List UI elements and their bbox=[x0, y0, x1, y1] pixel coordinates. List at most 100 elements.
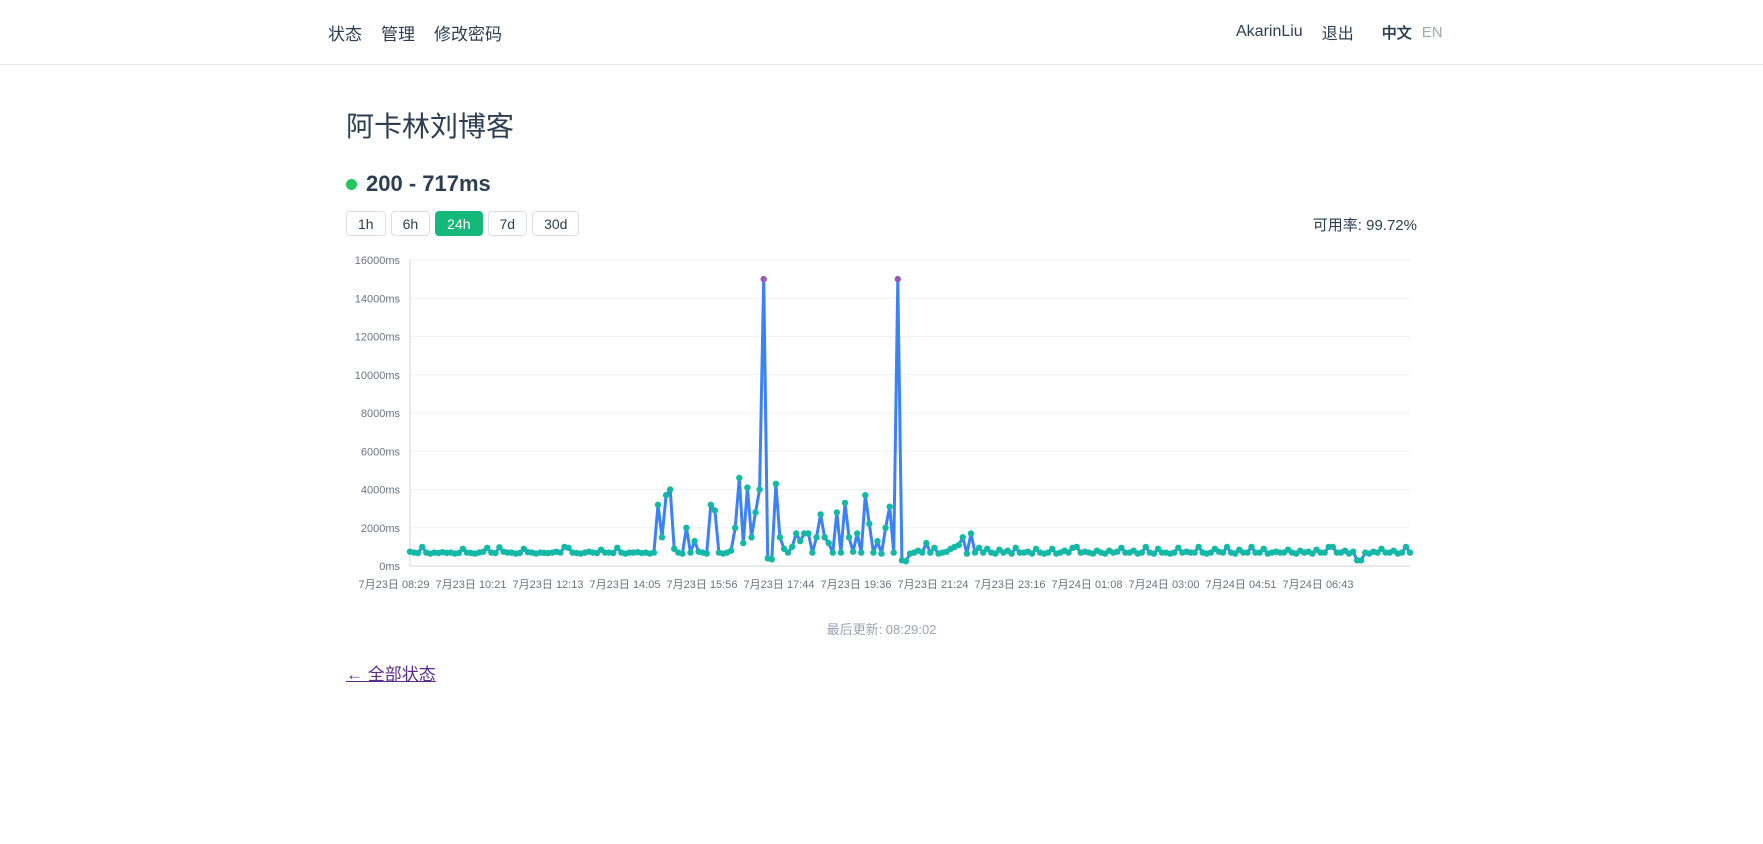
x-tick-label: 7月23日 14:05 bbox=[590, 579, 661, 591]
data-point bbox=[858, 549, 865, 556]
data-point bbox=[1138, 549, 1145, 556]
x-tick-label: 7月24日 04:51 bbox=[1206, 579, 1277, 591]
data-point bbox=[902, 558, 910, 565]
data-point bbox=[691, 537, 698, 545]
username-link[interactable]: AkarinLiu bbox=[1236, 23, 1303, 41]
data-point bbox=[727, 547, 735, 554]
data-point bbox=[1349, 548, 1357, 555]
data-point bbox=[886, 503, 893, 510]
y-tick-label: 12000ms bbox=[355, 332, 401, 344]
range-button-6h[interactable]: 6h bbox=[390, 211, 431, 236]
back-to-all-status-link[interactable]: ← 全部状态 bbox=[346, 660, 436, 685]
data-point bbox=[919, 549, 926, 556]
y-tick-label: 10000ms bbox=[355, 370, 401, 382]
time-range-selector: 1h 6h 24h 7d 30d bbox=[346, 211, 580, 236]
y-tick-label: 16000ms bbox=[355, 255, 401, 267]
data-point bbox=[870, 549, 877, 556]
y-tick-label: 0ms bbox=[379, 561, 400, 573]
lang-en-option[interactable]: EN bbox=[1422, 24, 1443, 41]
data-point bbox=[841, 499, 849, 507]
x-tick-label: 7月23日 23:16 bbox=[975, 579, 1046, 591]
x-tick-label: 7月24日 03:00 bbox=[1129, 579, 1200, 591]
data-point bbox=[760, 275, 767, 283]
data-point bbox=[825, 539, 832, 547]
data-point bbox=[1398, 549, 1406, 556]
data-point bbox=[959, 534, 966, 541]
data-point bbox=[744, 484, 751, 491]
data-point bbox=[809, 549, 816, 556]
x-tick-label: 7月23日 15:56 bbox=[667, 579, 738, 591]
chart-svg: 0ms 2000ms 4000ms 6000ms 8000ms 10000ms 12000m… bbox=[355, 255, 1414, 591]
data-point bbox=[817, 511, 824, 518]
response-time-chart: 0ms 2000ms 4000ms 6000ms 8000ms 10000ms 12000m… bbox=[346, 250, 1416, 600]
data-point bbox=[931, 544, 938, 551]
availability-rate: 可用率: 99.72% bbox=[1312, 217, 1417, 234]
data-point bbox=[768, 556, 775, 563]
data-point bbox=[837, 549, 845, 556]
status-summary: 200 - 717ms bbox=[346, 171, 491, 197]
data-point bbox=[1195, 543, 1202, 551]
data-point bbox=[878, 550, 885, 557]
y-tick-label: 6000ms bbox=[361, 446, 401, 458]
x-tick-label: 7月24日 06:43 bbox=[1283, 579, 1354, 591]
data-point bbox=[776, 534, 784, 541]
data-point bbox=[797, 537, 804, 545]
data-point bbox=[821, 534, 828, 541]
data-point bbox=[963, 550, 971, 557]
data-point bbox=[1219, 549, 1227, 556]
range-button-1h[interactable]: 1h bbox=[346, 211, 386, 236]
data-point bbox=[654, 501, 662, 508]
range-button-7d[interactable]: 7d bbox=[487, 211, 528, 236]
data-point bbox=[1402, 543, 1410, 551]
data-point bbox=[703, 550, 710, 557]
data-point bbox=[772, 480, 780, 487]
logout-link[interactable]: 退出 bbox=[1322, 20, 1354, 44]
data-point bbox=[1358, 557, 1365, 564]
range-button-24h[interactable]: 24h bbox=[435, 211, 483, 236]
data-point bbox=[658, 534, 666, 541]
x-tick-label: 7月23日 19:36 bbox=[821, 579, 892, 591]
data-point bbox=[711, 507, 719, 514]
data-point bbox=[890, 549, 897, 556]
data-point bbox=[894, 275, 901, 283]
data-point bbox=[1073, 543, 1080, 551]
data-point bbox=[1248, 543, 1255, 551]
data-point bbox=[866, 520, 873, 528]
x-tick-label: 7月23日 12:13 bbox=[513, 579, 584, 591]
y-tick-label: 2000ms bbox=[361, 523, 401, 535]
x-tick-label: 7月23日 17:44 bbox=[744, 579, 815, 591]
data-point bbox=[849, 548, 857, 555]
data-point bbox=[1321, 549, 1328, 556]
data-point bbox=[1191, 549, 1198, 556]
data-point bbox=[829, 549, 836, 556]
data-point bbox=[748, 534, 755, 541]
data-point bbox=[492, 549, 499, 557]
lang-zh-option[interactable]: 中文 bbox=[1382, 22, 1412, 43]
data-point bbox=[740, 539, 747, 547]
range-button-30d[interactable]: 30d bbox=[532, 211, 580, 236]
y-tick-label: 4000ms bbox=[361, 485, 401, 497]
y-tick-label: 8000ms bbox=[361, 408, 401, 420]
data-point bbox=[845, 534, 853, 541]
y-tick-label: 14000ms bbox=[355, 293, 401, 305]
last-update-text: 最后更新: 08:29:02 bbox=[826, 622, 937, 637]
data-point bbox=[788, 543, 796, 551]
data-point bbox=[923, 539, 930, 547]
data-point bbox=[1329, 543, 1336, 551]
top-navbar: 状态 管理 修改密码 AkarinLiu 退出 中文 EN bbox=[0, 0, 1763, 65]
x-tick-label: 7月23日 08:29 bbox=[359, 579, 430, 591]
data-point bbox=[683, 524, 690, 531]
nav-item-change-password[interactable]: 修改密码 bbox=[434, 20, 502, 45]
data-point bbox=[732, 524, 739, 531]
user-nav: AkarinLiu 退出 中文 EN bbox=[1236, 0, 1443, 64]
status-indicator-dot bbox=[346, 178, 357, 190]
nav-item-manage[interactable]: 管理 bbox=[381, 20, 415, 45]
nav-item-status[interactable]: 状态 bbox=[328, 20, 362, 45]
status-text: 200 - 717ms bbox=[366, 171, 491, 196]
data-point bbox=[662, 492, 670, 499]
data-point bbox=[610, 549, 617, 557]
data-point bbox=[1008, 550, 1015, 557]
data-point bbox=[736, 474, 743, 482]
data-point bbox=[805, 530, 812, 537]
data-point bbox=[813, 534, 820, 541]
